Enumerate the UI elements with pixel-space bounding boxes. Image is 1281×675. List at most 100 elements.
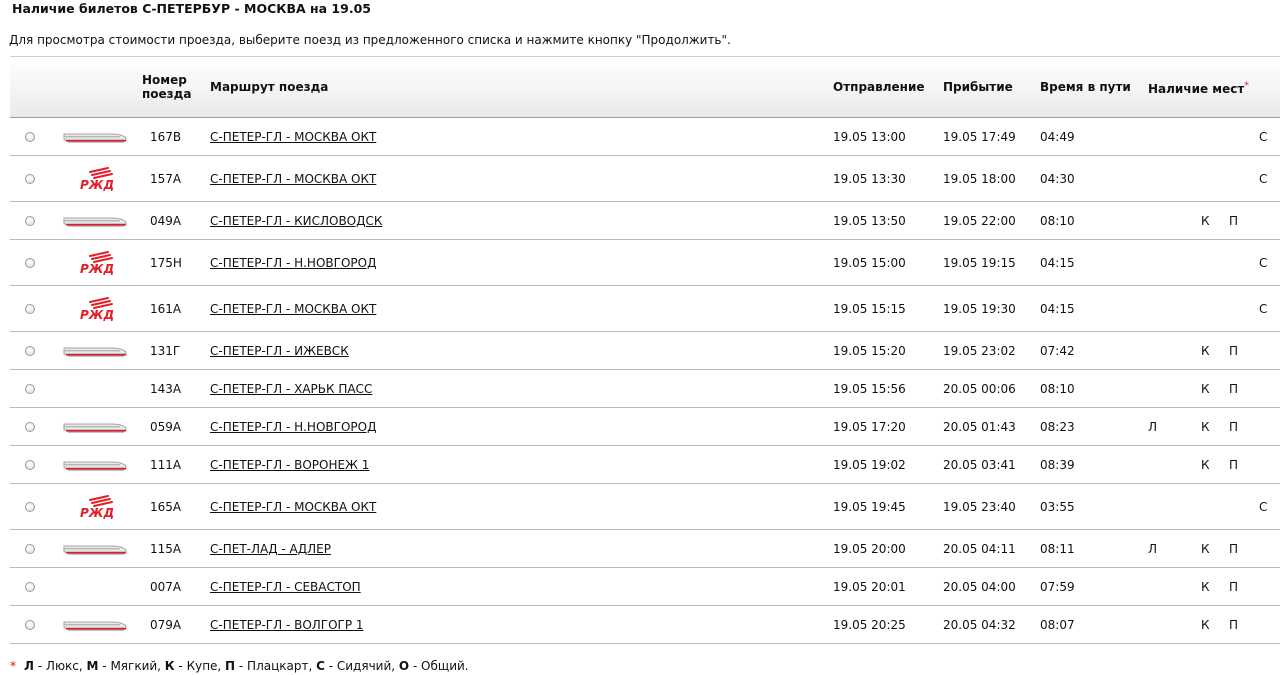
high-speed-train-icon: [60, 338, 130, 364]
seat-class-platskart: П: [1229, 579, 1239, 594]
train-route-link[interactable]: С-ПЕТЕР-ГЛ - МОСКВА ОКТ: [210, 500, 376, 514]
svg-text:РЖД: РЖД: [80, 506, 114, 520]
train-select-radio[interactable]: [25, 215, 35, 226]
train-route-link[interactable]: С-ПЕТЕР-ГЛ - ВОЛГОГР 1: [210, 618, 364, 632]
table-row[interactable]: РЖД 165А С-ПЕТЕР-ГЛ - МОСКВА ОКТ 19.05 19:…: [10, 484, 1280, 530]
arrival-time: 20.05 00:06: [943, 381, 1016, 396]
train-select-radio[interactable]: [25, 543, 35, 554]
table-row[interactable]: 131Г С-ПЕТЕР-ГЛ - ИЖЕВСК 19.05 15:20 19.05 …: [10, 332, 1280, 370]
train-select-radio[interactable]: [25, 173, 35, 184]
travel-duration: 08:39: [1040, 457, 1075, 472]
legend-text: - Общий.: [409, 659, 469, 673]
high-speed-train-icon: [60, 414, 130, 440]
high-speed-train-icon: [60, 452, 130, 478]
train-select-radio[interactable]: [25, 131, 35, 142]
train-number: 059А: [150, 419, 182, 434]
train-select-radio[interactable]: [25, 581, 35, 592]
seat-class-platskart: П: [1229, 617, 1239, 632]
seat-class-lux: Л: [1148, 419, 1158, 434]
seat-class-kupe: К: [1201, 343, 1210, 358]
table-row[interactable]: 111А С-ПЕТЕР-ГЛ - ВОРОНЕЖ 1 19.05 19:02 20.…: [10, 446, 1280, 484]
train-select-radio[interactable]: [25, 303, 35, 314]
legend-code: П: [225, 659, 236, 673]
arrival-time: 19.05 17:49: [943, 129, 1016, 144]
logo-placeholder: [60, 376, 130, 402]
seat-class-sidyachiy: С: [1259, 129, 1268, 144]
train-number: 157А: [150, 171, 182, 186]
arrival-time: 20.05 04:11: [943, 541, 1016, 556]
arrival-time: 19.05 19:15: [943, 255, 1016, 270]
table-row[interactable]: 059А С-ПЕТЕР-ГЛ - Н.НОВГОРОД 19.05 17:20 20…: [10, 408, 1280, 446]
train-select-radio[interactable]: [25, 383, 35, 394]
train-route-link[interactable]: С-ПЕТ-ЛАД - АДЛЕР: [210, 542, 331, 556]
table-row[interactable]: 079А С-ПЕТЕР-ГЛ - ВОЛГОГР 1 19.05 20:25 20.…: [10, 606, 1280, 644]
departure-time: 19.05 19:02: [833, 457, 906, 472]
legend-code: М: [86, 659, 99, 673]
legend-text: - Сидячий,: [324, 659, 399, 673]
train-select-radio[interactable]: [25, 459, 35, 470]
train-select-radio[interactable]: [25, 619, 35, 630]
train-route-link[interactable]: С-ПЕТЕР-ГЛ - МОСКВА ОКТ: [210, 302, 376, 316]
logo-placeholder: [60, 574, 130, 600]
header-duration: Время в пути: [1040, 80, 1131, 94]
train-number: 111А: [150, 457, 182, 472]
table-row[interactable]: 167В С-ПЕТЕР-ГЛ - МОСКВА ОКТ 19.05 13:00 19…: [10, 118, 1280, 156]
seat-class-sidyachiy: С: [1259, 255, 1268, 270]
train-number: 079А: [150, 617, 182, 632]
table-row[interactable]: 143А С-ПЕТЕР-ГЛ - ХАРЬК ПАСС 19.05 15:56 20…: [10, 370, 1280, 408]
departure-time: 19.05 15:20: [833, 343, 906, 358]
train-number: 161А: [150, 301, 182, 316]
train-number: 007А: [150, 579, 182, 594]
departure-time: 19.05 19:45: [833, 499, 906, 514]
seat-class-platskart: П: [1229, 541, 1239, 556]
table-row[interactable]: 115А С-ПЕТ-ЛАД - АДЛЕР 19.05 20:00 20.05 04…: [10, 530, 1280, 568]
high-speed-train-icon: [60, 536, 130, 562]
departure-time: 19.05 20:01: [833, 579, 906, 594]
arrival-time: 19.05 18:00: [943, 171, 1016, 186]
table-row[interactable]: 007А С-ПЕТЕР-ГЛ - СЕВАСТОП 19.05 20:01 20.0…: [10, 568, 1280, 606]
seat-class-platskart: П: [1229, 419, 1239, 434]
legend-code: К: [164, 659, 175, 673]
legend-text: - Мягкий,: [98, 659, 165, 673]
trains-table: Номер поезда Маршрут поезда Отправление …: [10, 56, 1280, 644]
high-speed-train-icon: [60, 208, 130, 234]
seat-class-platskart: П: [1229, 343, 1239, 358]
table-row[interactable]: РЖД 175Н С-ПЕТЕР-ГЛ - Н.НОВГОРОД 19.05 15:…: [10, 240, 1280, 286]
train-route-link[interactable]: С-ПЕТЕР-ГЛ - КИСЛОВОДСК: [210, 214, 382, 228]
train-route-link[interactable]: С-ПЕТЕР-ГЛ - ХАРЬК ПАСС: [210, 382, 372, 396]
travel-duration: 07:42: [1040, 343, 1075, 358]
table-row[interactable]: РЖД 161А С-ПЕТЕР-ГЛ - МОСКВА ОКТ 19.05 15:…: [10, 286, 1280, 332]
svg-text:РЖД: РЖД: [80, 178, 114, 192]
seat-class-platskart: П: [1229, 213, 1239, 228]
svg-text:РЖД: РЖД: [80, 308, 114, 322]
train-route-link[interactable]: С-ПЕТЕР-ГЛ - ИЖЕВСК: [210, 344, 349, 358]
travel-duration: 04:15: [1040, 301, 1075, 316]
train-route-link[interactable]: С-ПЕТЕР-ГЛ - МОСКВА ОКТ: [210, 130, 376, 144]
train-route-link[interactable]: С-ПЕТЕР-ГЛ - МОСКВА ОКТ: [210, 172, 376, 186]
train-select-radio[interactable]: [25, 501, 35, 512]
seat-class-sidyachiy: С: [1259, 171, 1268, 186]
rzd-logo: РЖД: [60, 494, 130, 520]
table-row[interactable]: РЖД 157А С-ПЕТЕР-ГЛ - МОСКВА ОКТ 19.05 13:…: [10, 156, 1280, 202]
departure-time: 19.05 17:20: [833, 419, 906, 434]
arrival-time: 20.05 01:43: [943, 419, 1016, 434]
header-route: Маршрут поезда: [210, 80, 329, 94]
seat-class-kupe: К: [1201, 381, 1210, 396]
travel-duration: 08:10: [1040, 213, 1075, 228]
travel-duration: 08:11: [1040, 541, 1075, 556]
train-route-link[interactable]: С-ПЕТЕР-ГЛ - ВОРОНЕЖ 1: [210, 458, 369, 472]
header-number-line1: Номер: [142, 73, 187, 87]
seat-class-lux: Л: [1148, 541, 1158, 556]
train-select-radio[interactable]: [25, 345, 35, 356]
train-select-radio[interactable]: [25, 257, 35, 268]
table-header: Номер поезда Маршрут поезда Отправление …: [10, 56, 1280, 118]
train-route-link[interactable]: С-ПЕТЕР-ГЛ - Н.НОВГОРОД: [210, 420, 376, 434]
arrival-time: 19.05 22:00: [943, 213, 1016, 228]
arrival-time: 20.05 03:41: [943, 457, 1016, 472]
train-select-radio[interactable]: [25, 421, 35, 432]
train-route-link[interactable]: С-ПЕТЕР-ГЛ - СЕВАСТОП: [210, 580, 361, 594]
rzd-logo: РЖД: [60, 296, 130, 322]
train-number: 167В: [150, 129, 182, 144]
train-route-link[interactable]: С-ПЕТЕР-ГЛ - Н.НОВГОРОД: [210, 256, 376, 270]
table-row[interactable]: 049А С-ПЕТЕР-ГЛ - КИСЛОВОДСК 19.05 13:50 19…: [10, 202, 1280, 240]
